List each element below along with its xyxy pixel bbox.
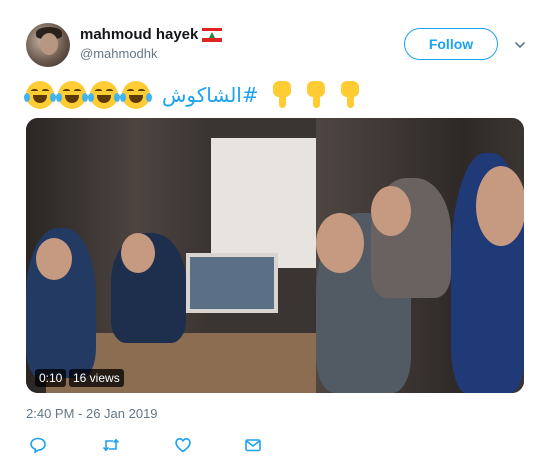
action-bar	[26, 436, 286, 456]
lebanon-flag-icon	[202, 27, 223, 42]
display-name[interactable]: mahmoud hayek	[80, 26, 198, 43]
tweet: mahmoud hayek @mahmodhk Follow #الشاكوش	[0, 0, 548, 470]
backhand-index-pointing-down-icon	[337, 81, 363, 109]
retweet-icon[interactable]	[102, 436, 120, 454]
like-icon[interactable]	[174, 436, 192, 454]
tweet-timestamp[interactable]: 2:40 PM - 26 Jan 2019	[26, 406, 158, 421]
chevron-down-icon[interactable]	[515, 40, 525, 50]
backhand-index-pointing-down-icon	[303, 81, 329, 109]
video-views-badge: 16 views	[69, 369, 124, 387]
name-row: mahmoud hayek	[80, 26, 223, 43]
follow-button[interactable]: Follow	[404, 28, 498, 60]
avatar[interactable]	[26, 23, 70, 67]
tweet-text: #الشاكوش	[24, 78, 371, 112]
face-with-tears-of-joy-icon	[88, 81, 120, 109]
face-with-tears-of-joy-icon	[24, 81, 56, 109]
backhand-index-pointing-down-icon	[269, 81, 295, 109]
video-player[interactable]	[26, 118, 524, 393]
reply-icon[interactable]	[29, 436, 47, 454]
direct-message-icon[interactable]	[244, 436, 262, 454]
user-handle[interactable]: @mahmodhk	[80, 46, 158, 61]
hashtag-link[interactable]: #الشاكوش	[162, 83, 259, 107]
video-duration-badge: 0:10	[35, 369, 67, 387]
face-with-tears-of-joy-icon	[120, 81, 152, 109]
face-with-tears-of-joy-icon	[56, 81, 88, 109]
